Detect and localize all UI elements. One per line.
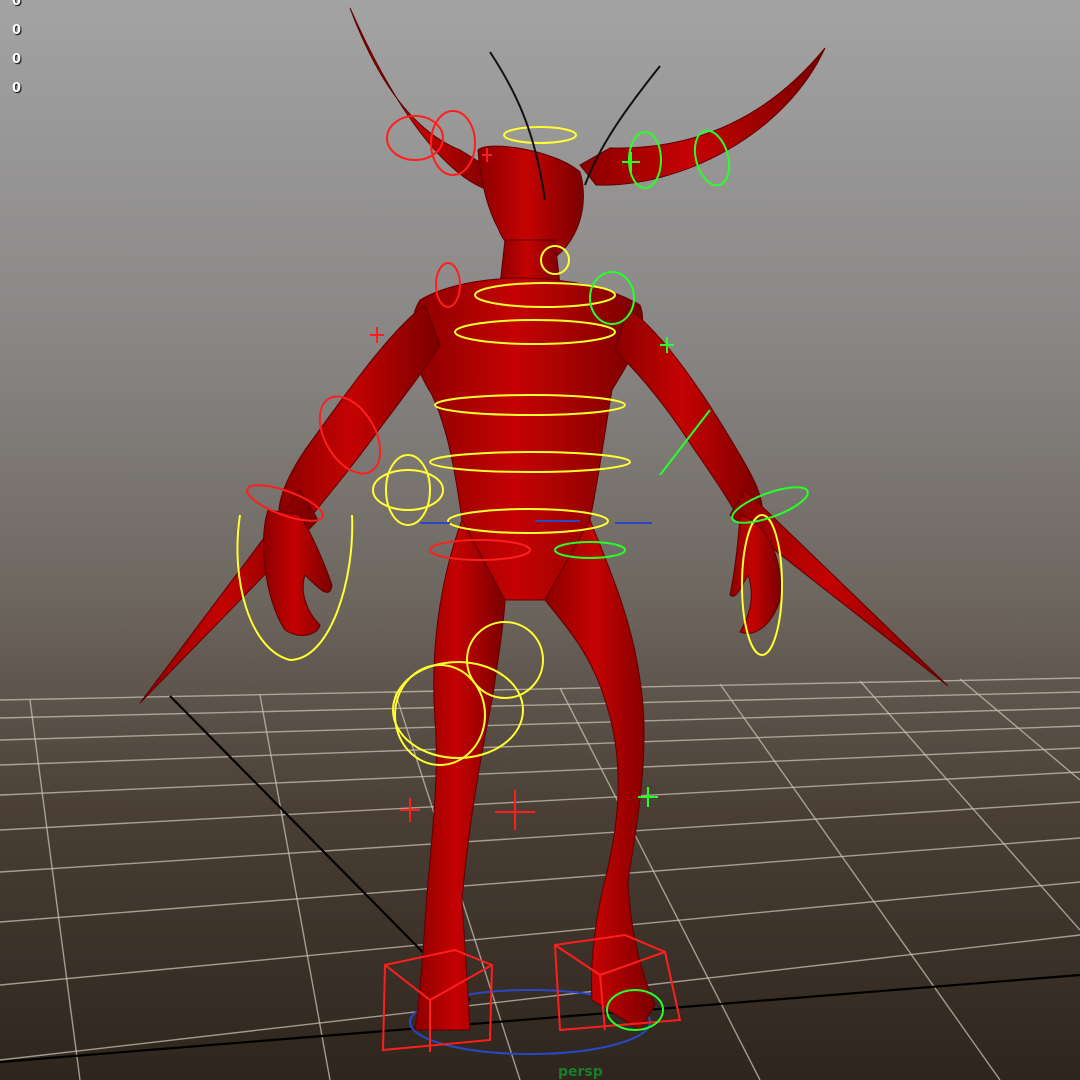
right-leg xyxy=(544,518,656,1031)
left-leg xyxy=(414,518,506,1031)
right-horn xyxy=(579,47,826,186)
left-hand xyxy=(263,509,333,636)
scene-canvas[interactable] xyxy=(0,0,1080,1080)
left-horn xyxy=(349,7,501,191)
grid-axis xyxy=(0,695,1080,1064)
right-arm xyxy=(614,307,764,526)
demon-character-mesh[interactable] xyxy=(139,7,949,1031)
ground-grid xyxy=(0,677,1080,1080)
maya-persp-viewport[interactable]: 0 0 0 0 persp xyxy=(0,0,1080,1080)
camera-name-label: persp xyxy=(558,1064,603,1080)
